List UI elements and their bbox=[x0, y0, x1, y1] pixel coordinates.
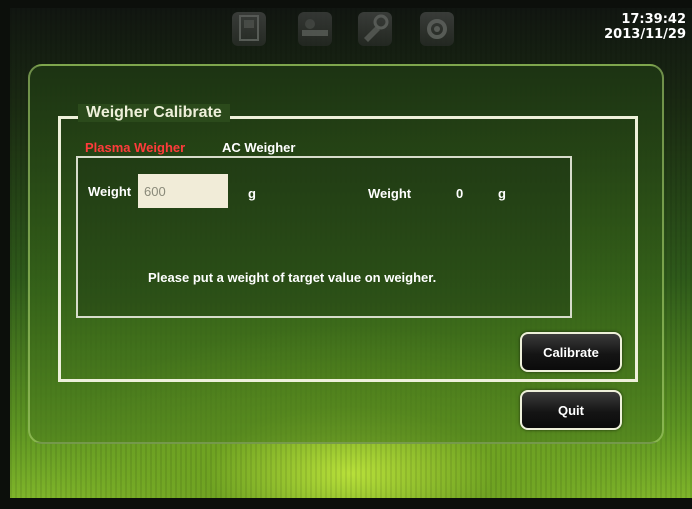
calibrate-button[interactable]: Calibrate bbox=[520, 332, 622, 372]
current-weight-value: 0 bbox=[456, 186, 464, 201]
top-toolbar: 17:39:42 2013/11/29 bbox=[0, 0, 692, 62]
tab-ac-weigher[interactable]: AC Weigher bbox=[222, 140, 295, 155]
tools-icon[interactable] bbox=[358, 12, 392, 46]
quit-button[interactable]: Quit bbox=[520, 390, 622, 430]
instruction-message: Please put a weight of target value on w… bbox=[148, 270, 437, 285]
desk-icon[interactable] bbox=[298, 12, 332, 46]
target-weight-unit: g bbox=[248, 186, 256, 201]
clock-time: 17:39:42 bbox=[621, 12, 686, 27]
clock: 17:39:42 2013/11/29 bbox=[604, 12, 686, 42]
dialog-title: Weigher Calibrate bbox=[78, 104, 230, 122]
clock-date: 2013/11/29 bbox=[604, 27, 686, 42]
current-weight-label: Weight bbox=[368, 186, 412, 201]
target-weight-input[interactable] bbox=[138, 174, 228, 208]
target-weight-label: Weight bbox=[88, 184, 132, 199]
tab-plasma-weigher[interactable]: Plasma Weigher bbox=[85, 140, 185, 155]
machine-icon[interactable] bbox=[232, 12, 266, 46]
current-weight-unit: g bbox=[498, 186, 506, 201]
settings-icon[interactable] bbox=[420, 12, 454, 46]
